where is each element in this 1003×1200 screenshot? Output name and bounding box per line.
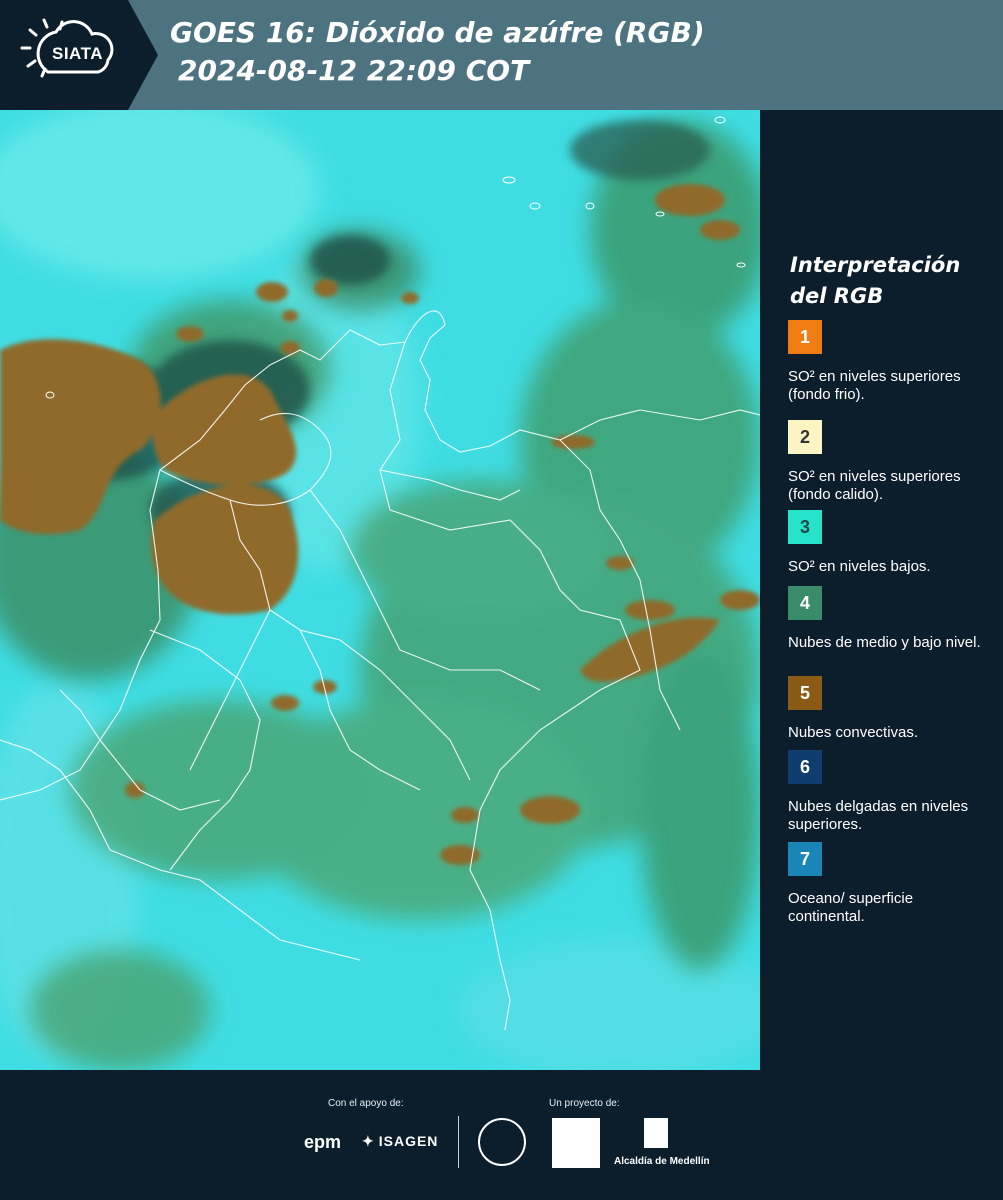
legend-label-7: Oceano/ superficie continental.	[788, 890, 914, 925]
satellite-image	[0, 110, 760, 1070]
legend-item-4: 4 Nubes de medio y bajo nivel.	[788, 586, 988, 652]
legend-swatch-5: 5	[788, 676, 822, 710]
satellite-map[interactable]	[0, 110, 760, 1070]
siata-logo[interactable]: SIATA	[0, 0, 160, 110]
page-title: GOES 16: Dióxido de azúfre (RGB)	[170, 16, 705, 49]
legend-swatch-7: 7	[788, 842, 822, 876]
alcaldia-logo-text[interactable]: Alcaldía de Medellín	[614, 1156, 710, 1167]
project-label: Un proyecto de:	[549, 1098, 620, 1109]
epm-logo[interactable]: epm	[304, 1132, 341, 1153]
legend-swatch-1: 1	[788, 320, 822, 354]
footer-divider	[458, 1116, 459, 1168]
medellin-seal-logo[interactable]	[478, 1118, 526, 1166]
page-timestamp: 2024-08-12 22:09 COT	[178, 54, 530, 87]
area-metropolitana-logo[interactable]	[552, 1118, 600, 1168]
isagen-logo[interactable]: ✦ ISAGEN	[362, 1133, 438, 1150]
support-label: Con el apoyo de:	[328, 1098, 404, 1109]
legend-label-4: Nubes de medio y bajo nivel.	[788, 634, 981, 651]
isagen-logo-text: ISAGEN	[378, 1133, 439, 1149]
legend-item-6: 6 Nubes delgadas en niveles superiores.	[788, 750, 988, 834]
legend-label-2: SO² en niveles superiores (fondo calido)…	[788, 468, 961, 503]
legend-title: Interpretación del RGB	[790, 253, 961, 308]
legend-item-5: 5 Nubes convectivas.	[788, 676, 988, 742]
legend-label-3: SO² en niveles bajos.	[788, 558, 931, 575]
alcaldia-shield-icon	[644, 1118, 668, 1148]
legend-label-5: Nubes convectivas.	[788, 724, 919, 741]
legend-label-6: Nubes delgadas en niveles superiores.	[788, 798, 969, 833]
legend-item-3: 3 SO² en niveles bajos.	[788, 510, 988, 576]
header-bar: SIATA GOES 16: Dióxido de azúfre (RGB) 2…	[0, 0, 1003, 110]
legend-swatch-6: 6	[788, 750, 822, 784]
legend-swatch-3: 3	[788, 510, 822, 544]
legend-label-1: SO² en niveles superiores (fondo frio).	[788, 368, 961, 403]
footer-bar: Con el apoyo de: Un proyecto de: epm ✦ IS…	[0, 1070, 1003, 1200]
legend-item-1: 1 SO² en niveles superiores (fondo frio)…	[788, 320, 988, 404]
isagen-star-icon: ✦	[362, 1133, 375, 1149]
legend-item-7: 7 Oceano/ superficie continental.	[788, 842, 988, 926]
legend-item-2: 2 SO² en niveles superiores (fondo calid…	[788, 420, 988, 504]
legend-panel: Interpretación del RGB 1 SO² en niveles …	[760, 110, 1003, 1070]
legend-swatch-2: 2	[788, 420, 822, 454]
siata-logo-text: SIATA	[52, 44, 103, 63]
legend-swatch-4: 4	[788, 586, 822, 620]
